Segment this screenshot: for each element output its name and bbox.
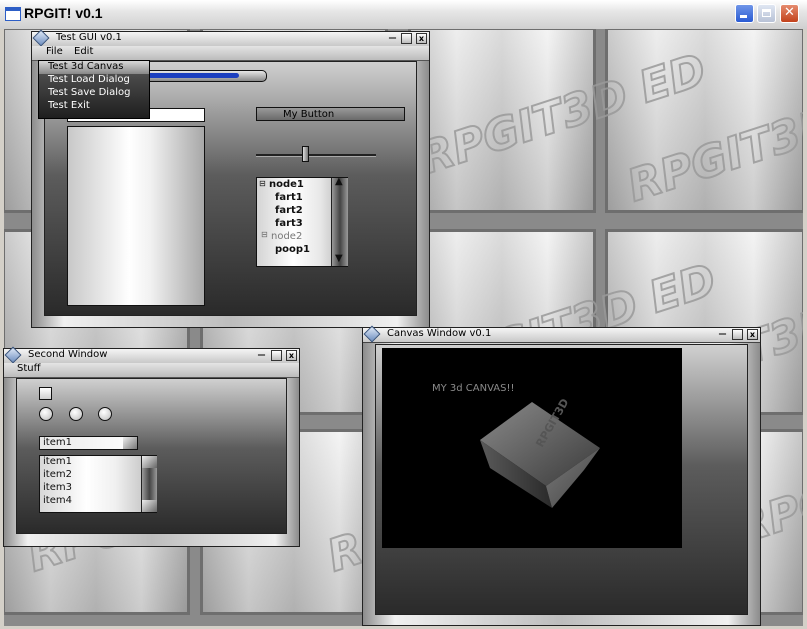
list-item[interactable]: item1 [43, 456, 72, 467]
tree-node[interactable]: node1 [269, 179, 304, 190]
scroll-up-arrow-icon[interactable] [142, 456, 157, 468]
window-diamond-icon [363, 325, 381, 343]
canvas-window-titlebar[interactable]: Canvas Window v0.1 — x [363, 325, 760, 343]
combo-box-value: item1 [43, 437, 72, 448]
tree-leaf[interactable]: fart2 [275, 205, 303, 216]
slider-thumb[interactable] [302, 146, 309, 162]
close-icon[interactable]: x [747, 329, 758, 340]
menu-item-test-exit[interactable]: Test Exit [48, 100, 90, 111]
app-window-icon [5, 7, 21, 21]
canvas-window: Canvas Window v0.1 — x MY 3d CANVAS!! RP… [362, 325, 761, 626]
tree-expander-icon[interactable]: ⊟ [261, 230, 268, 239]
progress-fill [148, 73, 239, 78]
test-gui-window: Test GUI v0.1 — x File Edit ANMATT AR!! … [31, 29, 430, 328]
menu-item-test-save-dialog[interactable]: Test Save Dialog [48, 87, 130, 98]
tree-expander-icon[interactable]: ⊟ [259, 179, 266, 188]
test-gui-titlebar[interactable]: Test GUI v0.1 — x [32, 29, 429, 47]
window-border-right [803, 29, 807, 629]
my-button[interactable]: My Button [256, 107, 405, 121]
second-window-title: Second Window [28, 349, 108, 360]
progress-bar [145, 70, 267, 82]
list-item[interactable]: item2 [43, 469, 72, 480]
second-window-menubar: Stuff [4, 363, 299, 378]
close-icon[interactable]: x [416, 33, 427, 44]
canvas-window-title: Canvas Window v0.1 [387, 328, 492, 339]
window-diamond-icon [4, 346, 22, 364]
minimize-icon[interactable]: — [256, 350, 267, 361]
radio-button[interactable] [69, 407, 83, 421]
close-icon[interactable]: x [286, 350, 297, 361]
minimize-icon[interactable]: — [387, 33, 398, 44]
scroll-down-arrow-icon[interactable] [142, 500, 157, 512]
scroll-up-arrow-icon[interactable]: ▲ [335, 176, 343, 187]
restore-icon[interactable] [401, 33, 412, 44]
app-titlebar[interactable]: RPGIT! v0.1 [0, 0, 807, 30]
menu-file[interactable]: File [46, 46, 63, 57]
checkbox[interactable] [39, 387, 52, 400]
tree-scrollbar[interactable]: ▲ ▼ [331, 176, 348, 266]
list-box[interactable]: item1 item2 item3 item4 [39, 455, 157, 513]
chevron-down-icon[interactable] [123, 437, 137, 449]
maximize-button[interactable] [757, 4, 776, 23]
tree-leaf[interactable]: fart1 [275, 192, 303, 203]
menu-item-test-load-dialog[interactable]: Test Load Dialog [48, 74, 130, 85]
test-gui-title: Test GUI v0.1 [56, 32, 122, 43]
scroll-down-arrow-icon[interactable]: ▼ [335, 253, 343, 264]
3d-canvas[interactable]: MY 3d CANVAS!! RPGIT3D [382, 348, 682, 548]
my-button-label: My Button [283, 109, 335, 120]
app-title: RPGIT! v0.1 [24, 5, 103, 21]
3d-cube: RPGIT3D [480, 396, 600, 508]
tree-leaf[interactable]: fart3 [275, 218, 303, 229]
restore-icon[interactable] [271, 350, 282, 361]
file-menu-dropdown: Test 3d Canvas Test Load Dialog Test Sav… [38, 60, 150, 119]
tree-node[interactable]: node2 [271, 231, 302, 242]
radio-button[interactable] [39, 407, 53, 421]
second-window: Second Window — x Stuff item1 item1 item… [3, 346, 300, 547]
text-area[interactable] [67, 126, 205, 306]
restore-icon[interactable] [732, 329, 743, 340]
tree-leaf[interactable]: poop1 [275, 244, 310, 255]
radio-button[interactable] [98, 407, 112, 421]
window-diamond-icon [32, 29, 50, 47]
minimize-button[interactable] [735, 4, 754, 23]
canvas-window-content: MY 3d CANVAS!! RPGIT3D [375, 344, 748, 615]
list-scrollbar[interactable] [141, 456, 157, 512]
second-window-titlebar[interactable]: Second Window — x [4, 346, 299, 364]
test-gui-menubar: File Edit [32, 46, 429, 61]
second-window-content: item1 item1 item2 item3 item4 [16, 378, 287, 534]
minimize-icon[interactable]: — [717, 329, 728, 340]
menu-item-test-3d-canvas[interactable]: Test 3d Canvas [48, 61, 123, 72]
close-button[interactable] [780, 4, 799, 23]
combo-box[interactable]: item1 [39, 436, 138, 450]
menu-edit[interactable]: Edit [74, 46, 93, 57]
slider-track[interactable] [256, 154, 376, 157]
menu-stuff[interactable]: Stuff [17, 363, 41, 374]
list-item[interactable]: item3 [43, 482, 72, 493]
list-item[interactable]: item4 [43, 495, 72, 506]
